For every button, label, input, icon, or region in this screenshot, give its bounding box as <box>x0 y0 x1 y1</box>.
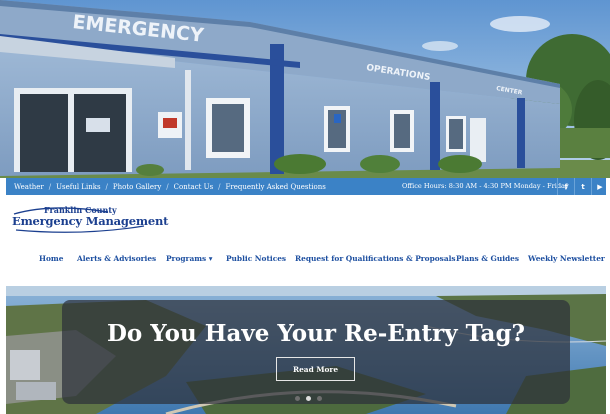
link-separator: / <box>105 182 108 191</box>
office-hours: Office Hours: 8:30 AM - 4:30 PM Monday -… <box>402 182 569 190</box>
utility-link-photo-gallery[interactable]: Photo Gallery <box>113 183 161 191</box>
facebook-icon[interactable]: f <box>557 178 574 195</box>
slider-pagination <box>295 396 322 401</box>
utility-link-faq[interactable]: Frequently Asked Questions <box>226 183 326 191</box>
nav-home[interactable]: Home <box>39 254 63 263</box>
nav-public-notices[interactable]: Public Notices <box>226 254 286 263</box>
nav-programs[interactable]: Programs ▾ <box>166 254 213 263</box>
utility-link-useful-links[interactable]: Useful Links <box>56 183 100 191</box>
social-links: f t ▶ <box>557 178 608 195</box>
utility-link-weather[interactable]: Weather <box>14 183 44 191</box>
link-separator: / <box>166 182 169 191</box>
twitter-icon[interactable]: t <box>574 178 591 195</box>
nav-weekly-newsletter[interactable]: Weekly Newsletter <box>528 254 605 263</box>
utility-links: Weather / Useful Links / Photo Gallery /… <box>14 183 326 191</box>
main-nav: Home Alerts & Advisories Programs ▾ Publ… <box>0 254 610 268</box>
link-separator: / <box>48 182 52 191</box>
hero-slider: Do You Have Your Re-Entry Tag? Read More <box>6 286 606 414</box>
nav-alerts-advisories[interactable]: Alerts & Advisories <box>77 254 156 263</box>
slide-title: Do You Have Your Re-Entry Tag? <box>106 320 526 347</box>
utility-link-contact-us[interactable]: Contact Us <box>174 183 214 191</box>
read-more-button[interactable]: Read More <box>276 357 355 381</box>
slide-caption: Do You Have Your Re-Entry Tag? Read More <box>62 300 570 404</box>
youtube-icon[interactable]: ▶ <box>591 178 608 195</box>
link-separator: / <box>218 182 221 191</box>
site-logo[interactable]: Franklin County Emergency Management <box>12 205 168 237</box>
header-photo: EMERGENCY OPERATIONS CENTER <box>0 0 610 178</box>
slider-dot[interactable] <box>295 396 300 401</box>
logo-title: Emergency Management <box>12 214 169 228</box>
utility-bar: Weather / Useful Links / Photo Gallery /… <box>6 178 606 195</box>
slider-dot-active[interactable] <box>306 396 311 401</box>
nav-plans-guides[interactable]: Plans & Guides <box>456 254 519 263</box>
nav-request-qualifications[interactable]: Request for Qualifications & Proposals <box>295 254 456 263</box>
slider-dot[interactable] <box>317 396 322 401</box>
